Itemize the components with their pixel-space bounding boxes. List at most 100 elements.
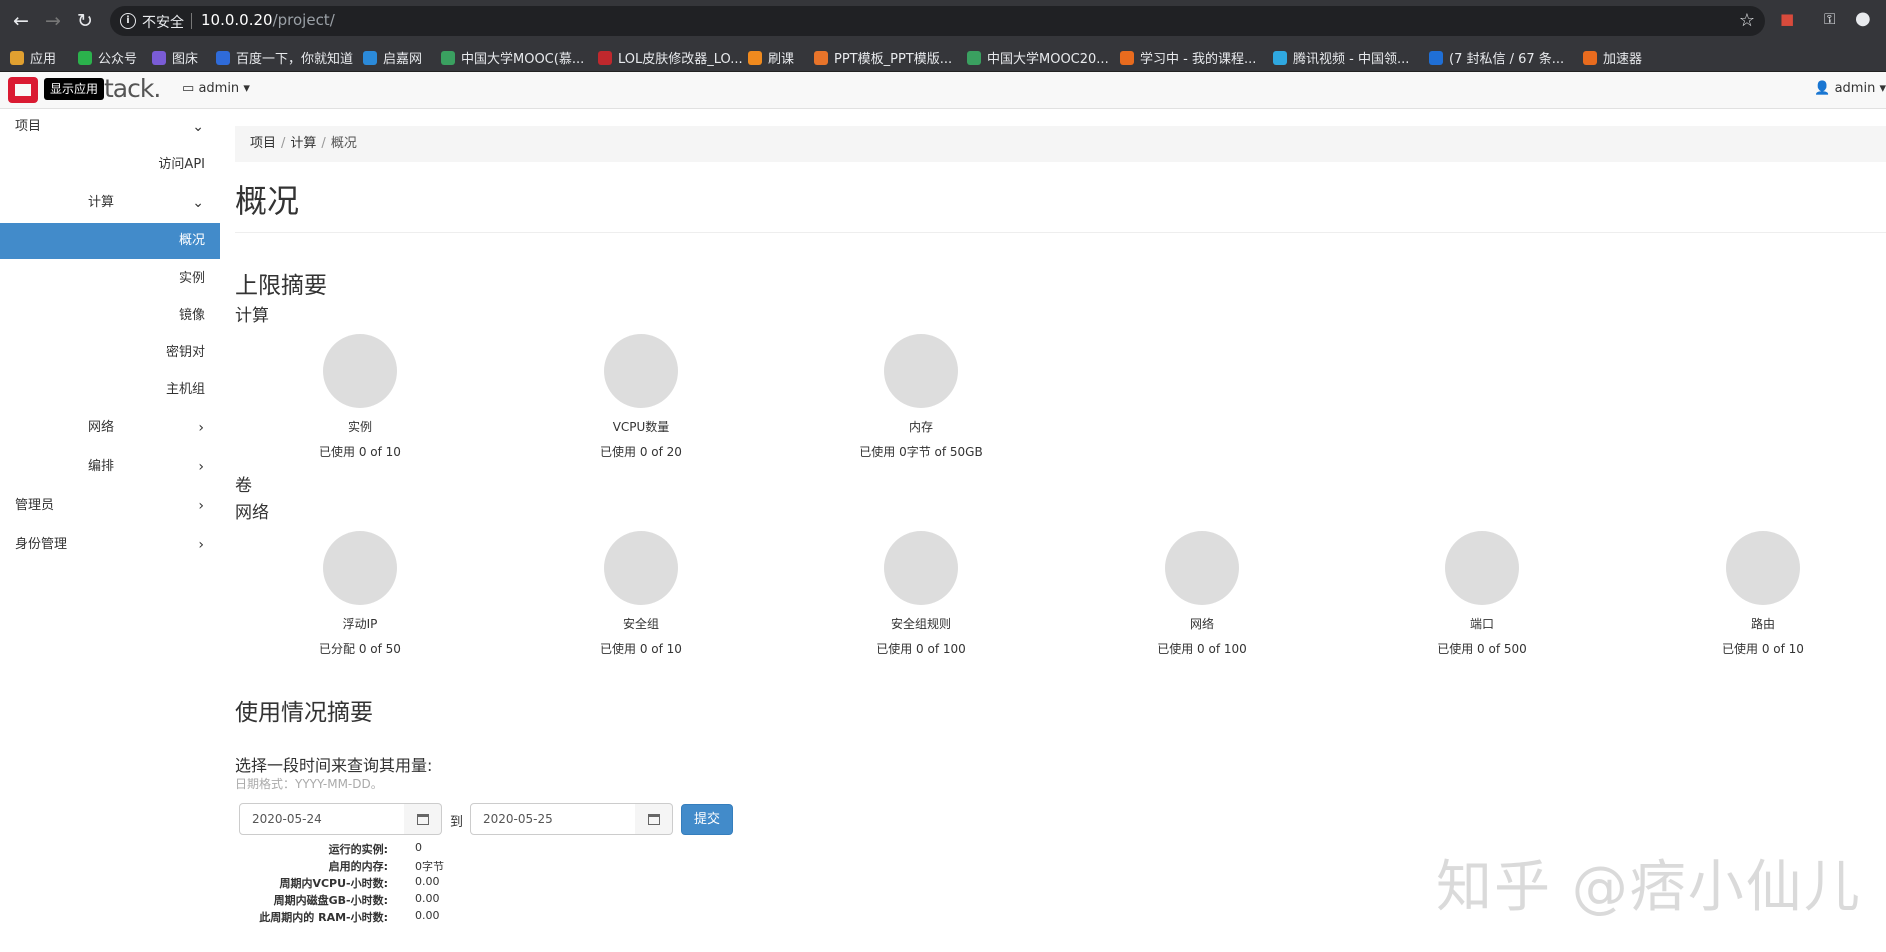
quota-pie bbox=[1165, 531, 1239, 605]
bookmark-item[interactable]: 中国大学MOOC(慕... bbox=[441, 48, 584, 67]
sidebar-item-overview[interactable]: 概况 bbox=[0, 223, 220, 259]
sidebar-item-identity[interactable]: 身份管理 › bbox=[0, 527, 220, 563]
end-date-input[interactable]: 2020-05-25 bbox=[470, 803, 636, 835]
chevron-right-icon: › bbox=[198, 498, 204, 514]
bookmark-item[interactable]: (7 封私信 / 67 条... bbox=[1429, 48, 1564, 67]
bookmark-item[interactable]: 腾讯视频 - 中国领... bbox=[1273, 48, 1409, 67]
account-icon[interactable]: ● bbox=[1855, 8, 1871, 29]
bookmark-favicon-icon bbox=[598, 51, 612, 65]
browser-toolbar: ← → ↻ i 不安全 10.0.0.20/project/ ☆ ■ ⚿ ● bbox=[0, 0, 1886, 42]
bookmark-item[interactable]: 公众号 bbox=[78, 48, 137, 67]
quota-title: 网络 bbox=[1189, 617, 1214, 631]
sidebar-item-project[interactable]: 项目 ⌄ bbox=[0, 109, 220, 145]
breadcrumb-current: 概况 bbox=[330, 136, 357, 151]
sidebar-item-compute[interactable]: 计算 ⌄ bbox=[0, 185, 220, 221]
bookmark-item[interactable]: LOL皮肤修改器_LO... bbox=[598, 48, 743, 67]
sidebar-item-admin[interactable]: 管理员 › bbox=[0, 488, 220, 524]
quota-chart: 安全组规则 已使用 0 of 100 bbox=[831, 531, 1011, 657]
quota-title: 安全组 bbox=[622, 617, 659, 631]
sidebar-item-keypairs[interactable]: 密钥对 bbox=[0, 335, 220, 371]
bookmark-favicon-icon bbox=[363, 51, 377, 65]
chevron-right-icon: › bbox=[198, 420, 204, 436]
watermark: 知乎 @痞小仙儿 bbox=[1436, 855, 1862, 920]
bookmark-favicon-icon bbox=[814, 51, 828, 65]
user-dropdown[interactable]: 👤 admin ▾ bbox=[1814, 81, 1886, 96]
quota-usage: 已使用 0字节 of 50GB bbox=[859, 445, 983, 459]
url-text[interactable]: 10.0.0.20/project/ bbox=[201, 11, 335, 29]
quota-pie bbox=[323, 531, 397, 605]
quota-chart: 端口 已使用 0 of 500 bbox=[1392, 531, 1572, 657]
bookmark-favicon-icon bbox=[78, 51, 92, 65]
caret-down-icon: ▾ bbox=[243, 81, 250, 96]
quota-title: 浮动IP bbox=[342, 617, 378, 631]
quota-chart: 安全组 已使用 0 of 10 bbox=[551, 531, 731, 657]
bookmark-item[interactable]: 图床 bbox=[152, 48, 198, 67]
start-date-input[interactable]: 2020-05-24 bbox=[239, 803, 405, 835]
breadcrumb-item[interactable]: 项目 bbox=[250, 136, 276, 151]
sidebar-item-orchestration[interactable]: 编排 › bbox=[0, 449, 220, 485]
usage-stat-value: 0 bbox=[415, 841, 422, 854]
bookmark-label: LOL皮肤修改器_LO... bbox=[618, 52, 743, 67]
sidebar-item-label: 概况 bbox=[178, 233, 205, 248]
reload-icon[interactable]: ↻ bbox=[73, 9, 97, 33]
quota-usage: 已分配 0 of 50 bbox=[319, 642, 401, 656]
sidebar-item-images[interactable]: 镜像 bbox=[0, 298, 220, 334]
end-date-calendar-button[interactable] bbox=[635, 803, 673, 835]
submit-button[interactable]: 提交 bbox=[681, 804, 733, 835]
quota-usage: 已使用 0 of 20 bbox=[600, 445, 682, 459]
bookmark-favicon-icon bbox=[10, 51, 24, 65]
forward-icon[interactable]: → bbox=[41, 9, 65, 33]
quota-usage: 已使用 0 of 10 bbox=[1722, 642, 1804, 656]
bookmark-label: 公众号 bbox=[98, 52, 138, 67]
bookmark-label: 腾讯视频 - 中国领... bbox=[1293, 52, 1410, 67]
start-date-calendar-button[interactable] bbox=[404, 803, 442, 835]
bookmark-item[interactable]: 启嘉网 bbox=[363, 48, 422, 67]
bookmark-item[interactable]: 刷课 bbox=[748, 48, 794, 67]
sidebar-item-network[interactable]: 网络 › bbox=[0, 410, 220, 446]
bookmark-item[interactable]: 中国大学MOOC20... bbox=[967, 48, 1109, 67]
chevron-right-icon: › bbox=[198, 537, 204, 553]
url-host: 10.0.0.20 bbox=[201, 11, 273, 29]
usage-stat-label: 运行的实例: bbox=[328, 843, 388, 856]
date-format-hint: 日期格式：YYYY-MM-DD。 bbox=[235, 777, 383, 791]
show-apps-tooltip: 显示应用 bbox=[44, 78, 105, 100]
usage-stat-label: 周期内磁盘GB-小时数: bbox=[273, 894, 388, 907]
bookmark-label: 中国大学MOOC(慕... bbox=[461, 52, 585, 67]
sidebar-item-api-access[interactable]: 访问API bbox=[0, 147, 220, 183]
bookmark-item[interactable]: PPT模板_PPT模版... bbox=[814, 48, 952, 67]
bookmark-item[interactable]: 加速器 bbox=[1583, 48, 1642, 67]
bookmark-item[interactable]: 学习中 - 我的课程... bbox=[1120, 48, 1256, 67]
sidebar-item-host-groups[interactable]: 主机组 bbox=[0, 372, 220, 408]
address-bar[interactable]: i 不安全 10.0.0.20/project/ ☆ bbox=[110, 6, 1765, 36]
bookmark-item[interactable]: 百度一下，你就知道 bbox=[216, 48, 353, 67]
bookmarks-bar: 应用 公众号 图床 百度一下，你就知道 启嘉网 中国大学MOOC(慕... LOL皮肤修改器… bbox=[0, 42, 1886, 72]
usage-summary-heading: 使用情况摘要 bbox=[235, 700, 373, 726]
logo-text[interactable]: tack. bbox=[104, 74, 161, 103]
chevron-down-icon: ⌄ bbox=[192, 119, 204, 135]
project-name: admin bbox=[198, 81, 240, 96]
usage-stat-label: 周期内VCPU-小时数: bbox=[279, 877, 388, 890]
project-icon: ▭ bbox=[182, 81, 195, 96]
sidebar-item-label: 身份管理 bbox=[15, 537, 68, 552]
openstack-logo-icon[interactable] bbox=[8, 77, 38, 103]
bookmark-label: 百度一下，你就知道 bbox=[236, 52, 354, 67]
pdf-extension-icon[interactable]: ■ bbox=[1780, 10, 1794, 28]
key-icon[interactable]: ⚿ bbox=[1824, 10, 1835, 28]
sidebar-item-label: 密钥对 bbox=[165, 345, 205, 360]
usage-stat-label: 此周期内的 RAM-小时数: bbox=[259, 911, 388, 924]
bookmark-item[interactable]: 应用 bbox=[10, 48, 56, 67]
quota-title: VCPU数量 bbox=[612, 420, 670, 434]
sidebar-item-label: 镜像 bbox=[178, 308, 205, 323]
to-label: 到 bbox=[450, 815, 464, 830]
back-icon[interactable]: ← bbox=[9, 9, 33, 33]
quota-pie bbox=[604, 531, 678, 605]
bookmark-label: 中国大学MOOC20... bbox=[987, 52, 1109, 67]
info-icon[interactable]: i bbox=[120, 13, 136, 29]
insecure-label: 不安全 bbox=[142, 15, 184, 31]
breadcrumb-item[interactable]: 计算 bbox=[290, 136, 316, 151]
sidebar-item-label: 计算 bbox=[88, 195, 115, 210]
bookmark-favicon-icon bbox=[1273, 51, 1287, 65]
sidebar-item-instances[interactable]: 实例 bbox=[0, 261, 220, 297]
bookmark-star-icon[interactable]: ☆ bbox=[1739, 10, 1755, 31]
project-dropdown[interactable]: ▭ admin ▾ bbox=[182, 81, 250, 96]
